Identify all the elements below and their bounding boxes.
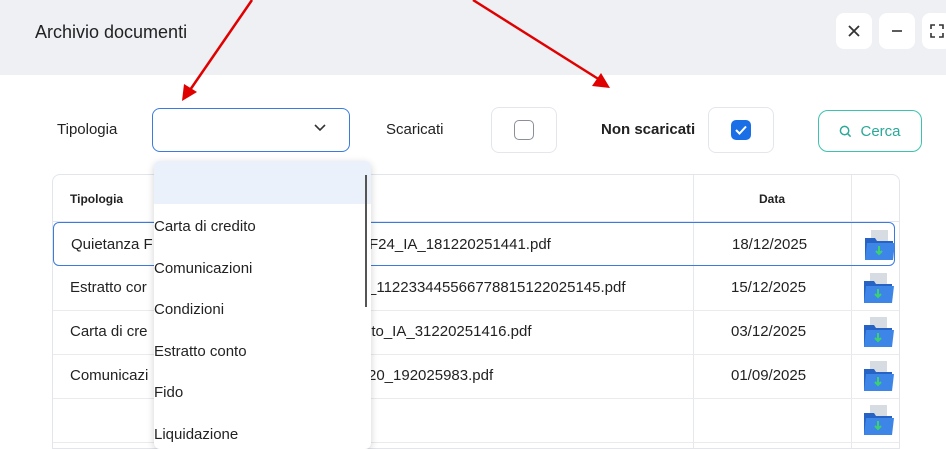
annotation-arrowhead-left bbox=[182, 84, 197, 101]
annotation-arrow-right bbox=[472, 0, 601, 82]
annotation-arrow-left bbox=[188, 0, 254, 91]
annotation-arrows bbox=[182, 0, 610, 101]
